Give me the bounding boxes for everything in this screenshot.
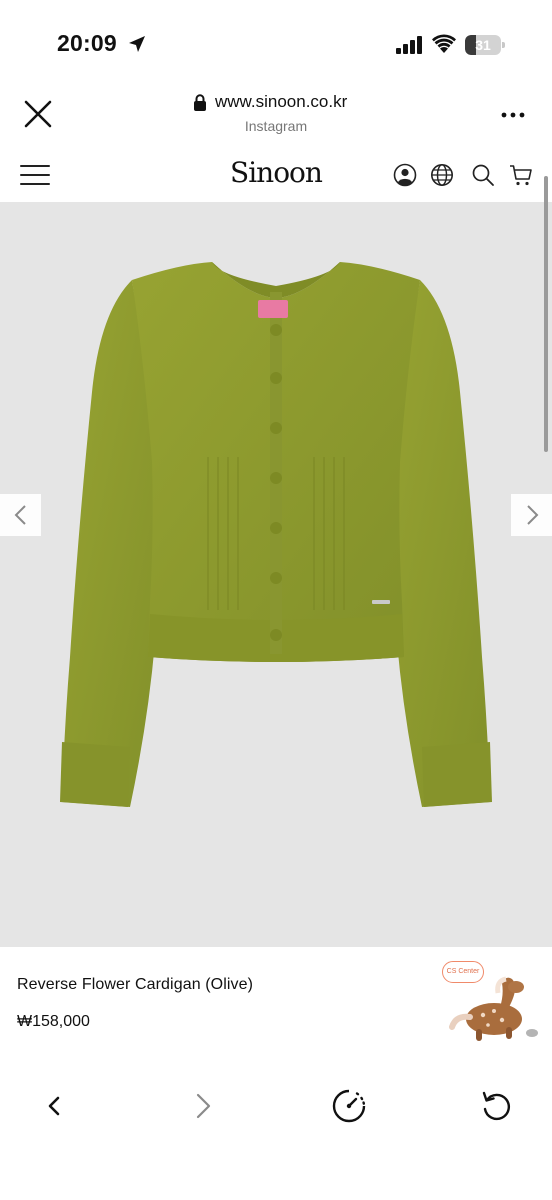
page-scrollbar[interactable] [544,176,548,452]
battery-tip [502,42,505,48]
chevron-right-icon [527,505,539,525]
lock-icon [194,94,206,111]
gallery-prev-button[interactable] [0,494,41,536]
url-text[interactable]: www.sinoon.co.kr [215,92,347,112]
pony-mascot-icon [449,976,538,1041]
site-navigation: Sinoon [0,148,552,202]
back-chevron-icon[interactable] [36,1088,72,1124]
globe-language-icon[interactable] [430,163,454,187]
product-name: Reverse Flower Cardigan (Olive) [17,976,254,993]
status-bar: 20:09 31 [0,0,552,80]
more-options-icon[interactable] [500,111,526,119]
wifi-icon [432,34,456,53]
product-image [60,262,492,807]
source-label: Instagram [244,118,308,134]
chevron-left-icon [14,505,26,525]
forward-chevron-icon[interactable] [185,1088,221,1124]
reload-icon[interactable] [478,1088,514,1124]
cart-icon[interactable] [509,163,533,187]
battery-level: 31 [475,37,491,53]
status-time: 20:09 [57,30,117,56]
battery-indicator: 31 [465,35,505,55]
cs-center-widget[interactable]: CS Center [436,957,542,1049]
speedometer-icon[interactable] [331,1088,367,1124]
gallery-next-button[interactable] [511,494,552,536]
product-price: ₩158,000 [17,1013,90,1030]
browser-toolbar [0,1070,552,1142]
in-app-browser-header: www.sinoon.co.kr Instagram [0,80,552,148]
product-info: Reverse Flower Cardigan (Olive) ₩158,000… [0,947,552,1057]
search-icon[interactable] [471,163,495,187]
location-arrow-icon [129,36,145,52]
product-image-gallery[interactable] [0,202,552,947]
site-logo[interactable]: Sinoon [0,156,552,189]
cellular-signal-icon [396,36,422,54]
user-account-icon[interactable] [393,163,417,187]
